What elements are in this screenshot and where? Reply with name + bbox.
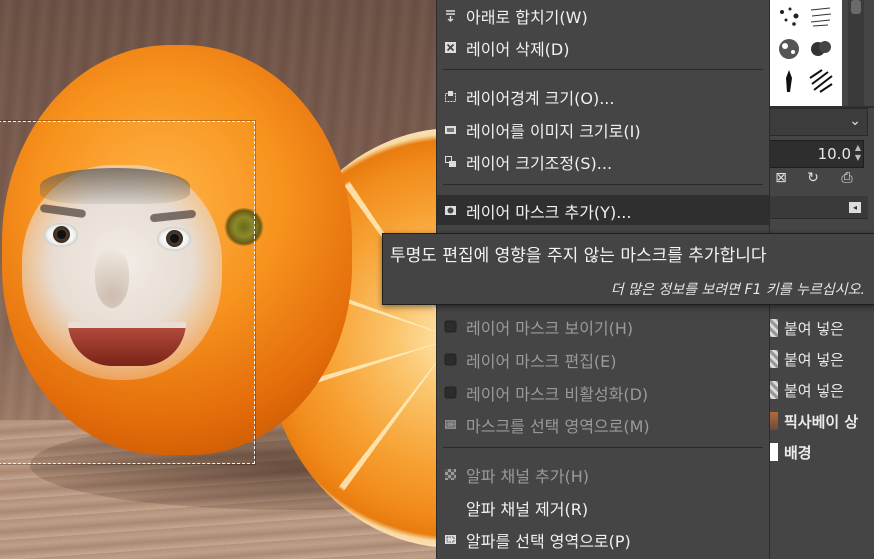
menu-item-disable-layer-mask[interactable]: 레이어 마스크 비활성화(D): [437, 377, 769, 407]
brush-spacing-value: 10.0: [817, 145, 851, 163]
layer-row[interactable]: 배경: [768, 437, 874, 467]
menu-item-label: 레이어경계 크기(O)...: [466, 89, 615, 108]
menu-item-layer-to-image-size[interactable]: 레이어를 이미지 크기로(I): [437, 114, 769, 144]
delete-brush-icon[interactable]: ⊠: [770, 170, 792, 190]
menu-item-label: 알파 채널 제거(R): [466, 500, 589, 519]
layer-name: 붙여 넣은: [784, 351, 844, 369]
menu-item-label: 레이어를 이미지 크기로(I): [466, 122, 641, 141]
add-layer-mask-icon: [444, 204, 457, 217]
refresh-icon[interactable]: ↻: [802, 170, 824, 190]
checkbox-icon: [444, 386, 457, 399]
layer-row[interactable]: 붙여 넣은: [768, 344, 874, 374]
menu-separator: [443, 184, 763, 185]
brush-hatch-icon[interactable]: [808, 68, 834, 94]
brush-spacing-spinbox[interactable]: 10.0 ▲ ▼: [768, 140, 864, 168]
menu-item-add-alpha-channel[interactable]: 알파 채널 추가(H): [437, 459, 769, 489]
menu-item-label: 레이어 마스크 보이기(H): [466, 319, 634, 338]
menu-separator: [443, 447, 763, 448]
brushes-panel[interactable]: [770, 0, 842, 106]
layer-name: 픽사베이 상: [784, 413, 859, 431]
menu-separator: [443, 69, 763, 70]
layer-row[interactable]: 픽사베이 상: [768, 406, 874, 436]
menu-item-label: 레이어 마스크 비활성화(D): [466, 385, 649, 404]
selection-marquee[interactable]: [0, 121, 255, 464]
menu-item-label: 레이어 마스크 추가(Y)...: [466, 203, 632, 222]
spin-arrows-icon[interactable]: ▲ ▼: [855, 143, 861, 163]
layer-name: 붙여 넣은: [784, 320, 844, 338]
scale-layer-icon: [444, 155, 457, 168]
menu-tooltip: 투명도 편집에 영향을 주지 않는 마스크를 추가합니다 더 많은 정보를 보려…: [382, 233, 874, 305]
tab-menu-icon[interactable]: ◂: [849, 202, 861, 213]
layer-name: 붙여 넣은: [784, 382, 844, 400]
chevron-down-icon: ⌄: [849, 113, 861, 129]
menu-item-label: 레이어 삭제(D): [466, 40, 570, 59]
menu-item-label: 레이어 마스크 편집(E): [466, 352, 617, 371]
menu-item-delete-layer[interactable]: 레이어 삭제(D): [437, 32, 769, 62]
menu-item-label: 아래로 합치기(W): [466, 8, 588, 27]
add-alpha-channel-icon: [444, 468, 457, 481]
brushes-scrollbar[interactable]: [848, 0, 864, 106]
tooltip-description: 투명도 편집에 영향을 주지 않는 마스크를 추가합니다: [390, 246, 767, 266]
layer-name: 배경: [784, 444, 812, 462]
layer-row[interactable]: 붙여 넣은: [768, 313, 874, 343]
merge-down-icon: [444, 9, 457, 22]
open-brush-icon[interactable]: ⎙: [836, 170, 858, 190]
brush-splatter-icon[interactable]: [776, 4, 802, 30]
layer-boundary-size-icon: [444, 90, 457, 103]
menu-item-label: 알파 채널 추가(H): [466, 467, 590, 486]
delete-layer-icon: [444, 41, 457, 54]
menu-item-label: 알파를 선택 영역으로(P): [466, 532, 631, 551]
dock-mode-dropdown[interactable]: ⌄: [768, 108, 868, 136]
menu-item-label: 레이어 크기조정(S)...: [466, 154, 613, 173]
brush-sketch-icon[interactable]: [808, 4, 834, 30]
mask-to-selection-icon: [444, 418, 457, 431]
tooltip-help-hint: 더 많은 정보를 보려면 F1 키를 누르십시오.: [610, 282, 865, 298]
brushes-scroll-thumb[interactable]: [851, 0, 861, 14]
brush-figure-icon[interactable]: [776, 68, 802, 94]
layer-to-image-size-icon: [444, 123, 457, 136]
menu-item-alpha-to-selection[interactable]: 알파를 선택 영역으로(P): [437, 524, 769, 554]
menu-item-edit-layer-mask[interactable]: 레이어 마스크 편집(E): [437, 344, 769, 374]
alpha-to-selection-icon: [444, 533, 457, 546]
menu-item-label: 마스크를 선택 영역으로(M): [466, 417, 650, 436]
menu-item-remove-alpha-channel[interactable]: 알파 채널 제거(R): [437, 492, 769, 522]
menu-item-scale-layer[interactable]: 레이어 크기조정(S)...: [437, 146, 769, 176]
layer-row[interactable]: 붙여 넣은: [768, 375, 874, 405]
menu-item-mask-to-selection[interactable]: 마스크를 선택 영역으로(M): [437, 409, 769, 439]
brush-texture-icon[interactable]: [776, 36, 802, 62]
brush-cloud-icon[interactable]: [808, 36, 834, 62]
menu-item-show-layer-mask[interactable]: 레이어 마스크 보이기(H): [437, 311, 769, 341]
checkbox-icon: [444, 353, 457, 366]
menu-item-merge-down[interactable]: 아래로 합치기(W): [437, 0, 769, 30]
checkbox-icon: [444, 320, 457, 333]
menu-item-layer-boundary-size[interactable]: 레이어경계 크기(O)...: [437, 81, 769, 111]
menu-item-add-layer-mask[interactable]: 레이어 마스크 추가(Y)...: [437, 195, 769, 225]
